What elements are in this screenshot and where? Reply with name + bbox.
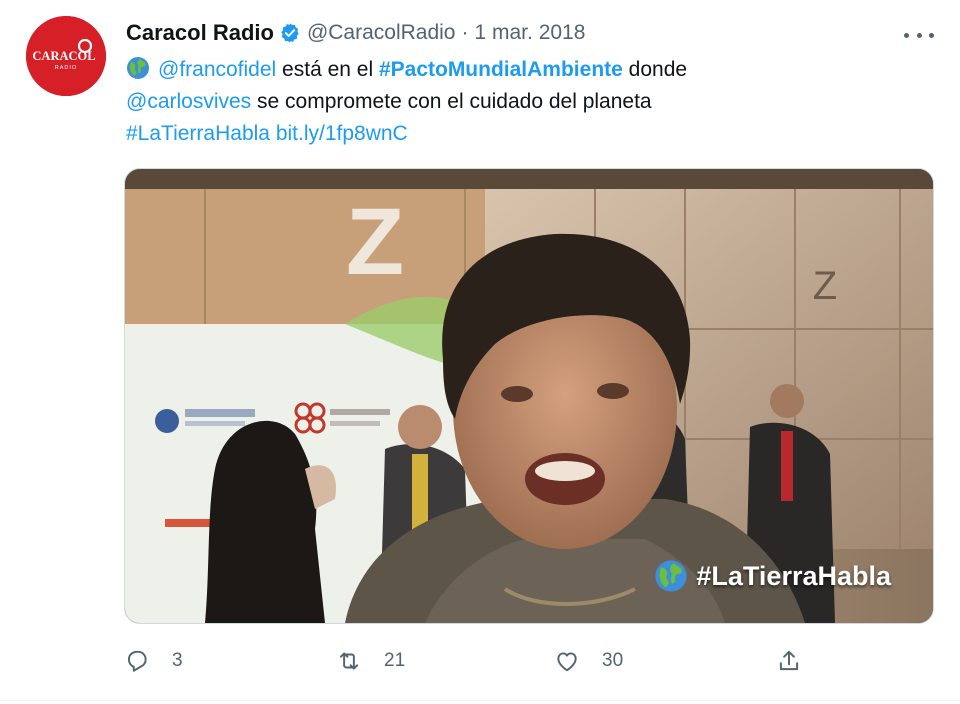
reply-count: 3 xyxy=(172,650,183,671)
avatar-logo-text: CARACOL xyxy=(32,49,95,63)
tweet-text-part: se compromete con el cuidado del planeta xyxy=(251,90,652,113)
mention-francofidel[interactable]: @francofidel xyxy=(158,58,276,81)
tweet-date[interactable]: 1 mar. 2018 xyxy=(475,21,586,45)
avatar[interactable]: CARACOL RADIO xyxy=(26,16,106,96)
like-count: 30 xyxy=(602,650,624,671)
retweet-button[interactable]: 21 xyxy=(336,645,405,677)
reply-icon xyxy=(127,650,147,672)
retweet-icon xyxy=(339,652,359,670)
separator-dot: · xyxy=(461,21,469,44)
hashtag-pactomundialambiente[interactable]: #PactoMundialAmbiente xyxy=(379,58,623,81)
video-still-image: Z Z xyxy=(125,169,933,623)
tweet-link[interactable]: bit.ly/1fp8wnC xyxy=(276,122,408,145)
more-dots-icon[interactable] xyxy=(904,30,934,40)
video-media[interactable]: Z Z #LaTierraHabla xyxy=(124,168,934,624)
author-name[interactable]: Caracol Radio xyxy=(126,20,274,46)
like-button[interactable]: 30 xyxy=(554,645,623,677)
tweet-text: @francofidel está en el #PactoMundialAmb… xyxy=(126,54,916,150)
overlay-hashtag-text: #LaTierraHabla xyxy=(696,560,891,591)
tweet-text-part: donde xyxy=(622,58,688,81)
tweet-header: Caracol Radio @CaracolRadio · 1 mar. 201… xyxy=(126,18,585,48)
tweet-actions: 3 21 30 xyxy=(124,645,824,677)
tweet-text-part: está en el xyxy=(276,58,379,81)
heart-icon xyxy=(557,652,577,672)
backdrop-letter: Z xyxy=(346,189,404,295)
divider xyxy=(0,700,960,701)
share-icon xyxy=(779,650,799,671)
share-button[interactable] xyxy=(776,645,824,677)
author-handle[interactable]: @CaracolRadio xyxy=(307,21,456,45)
retweet-count: 21 xyxy=(384,650,406,671)
tweet-card[interactable]: CARACOL RADIO Caracol Radio @CaracolRadi… xyxy=(0,0,960,704)
avatar-logo-subtext: RADIO xyxy=(55,65,77,71)
backdrop-letter: Z xyxy=(813,264,837,308)
mention-carlosvives[interactable]: @carlosvives xyxy=(126,90,251,113)
globe-emoji-icon xyxy=(654,559,688,593)
video-overlay-hashtag: #LaTierraHabla xyxy=(654,559,891,593)
globe-emoji-icon xyxy=(126,56,150,80)
reply-button[interactable]: 3 xyxy=(124,645,183,677)
verified-badge-icon xyxy=(279,22,301,44)
hashtag-latierrahabla[interactable]: #LaTierraHabla xyxy=(126,122,270,145)
